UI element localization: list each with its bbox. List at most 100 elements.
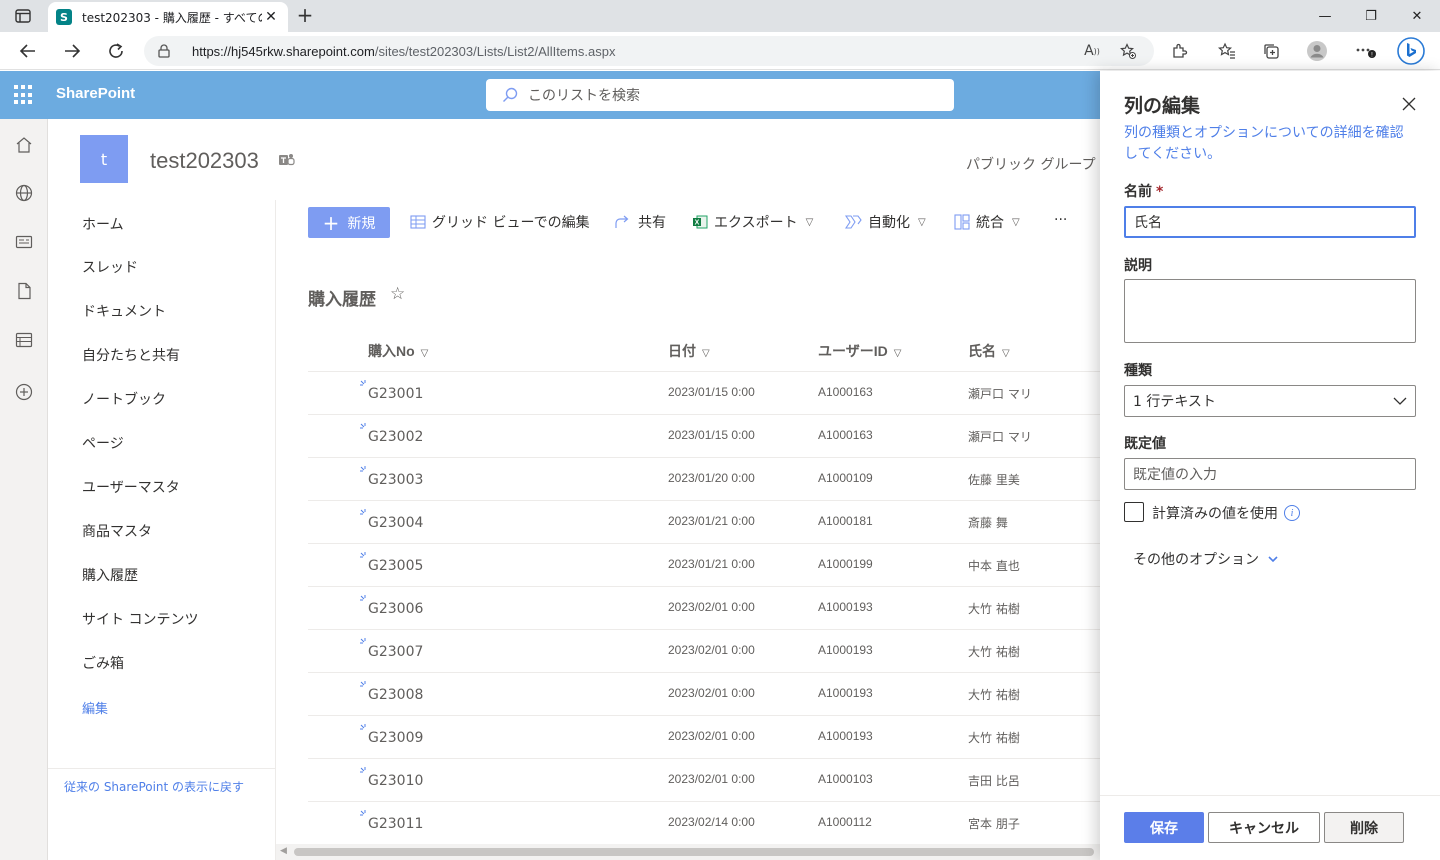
nav-item-user-master[interactable]: ユーザーマスタ — [82, 477, 180, 497]
column-header-date[interactable]: 日付 ▽ — [668, 341, 710, 361]
save-button[interactable]: 保存 — [1124, 812, 1204, 843]
nav-item-pages[interactable]: ページ — [82, 433, 124, 453]
restore-button[interactable]: ❐ — [1348, 0, 1394, 32]
grid-edit-label: グリッド ビューでの編集 — [432, 215, 590, 231]
nav-item-recycle-bin[interactable]: ごみ箱 — [82, 653, 124, 673]
learn-more-link[interactable]: 列の種類とオプションについての詳細を確認してください。 — [1124, 123, 1416, 165]
share-button[interactable]: 共有 — [614, 212, 666, 232]
table-row[interactable]: G23005 2023/01/21 0:00 A1000199 中本 直也 — [308, 543, 1100, 586]
grid-edit-button[interactable]: グリッド ビューでの編集 — [410, 212, 590, 232]
return-classic-link[interactable]: 従来の SharePoint の表示に戻す — [64, 778, 244, 795]
column-name-input[interactable]: 氏名 — [1124, 206, 1416, 238]
delete-button[interactable]: 削除 — [1324, 812, 1404, 843]
brand-name[interactable]: SharePoint — [56, 85, 135, 102]
profile-avatar-icon[interactable] — [1302, 36, 1332, 66]
table-row[interactable]: G23009 2023/02/01 0:00 A1000193 大竹 祐樹 — [308, 715, 1100, 758]
tab-actions-icon[interactable] — [8, 4, 38, 28]
cell-purchase-no[interactable]: G23005 — [368, 558, 423, 574]
site-title[interactable]: test202303 — [150, 148, 259, 174]
favorites-icon[interactable] — [1212, 36, 1242, 66]
tab-close-icon[interactable]: ✕ — [262, 9, 280, 25]
nav-item-documents[interactable]: ドキュメント — [82, 301, 166, 321]
collections-icon[interactable] — [1256, 36, 1286, 66]
list-icon[interactable] — [12, 328, 36, 352]
horizontal-scrollbar[interactable]: ◀ — [276, 844, 1100, 860]
nav-item-notebook[interactable]: ノートブック — [82, 389, 166, 409]
forward-icon[interactable] — [58, 38, 86, 64]
list-title: 購入履歴 — [308, 290, 376, 309]
favorite-star-icon[interactable]: ☆ — [390, 284, 405, 304]
cell-purchase-no[interactable]: G23002 — [368, 429, 423, 445]
nav-item-shared-with-us[interactable]: 自分たちと共有 — [82, 345, 180, 365]
table-row[interactable]: G23007 2023/02/01 0:00 A1000193 大竹 祐樹 — [308, 629, 1100, 672]
info-icon[interactable]: i — [1284, 505, 1300, 521]
cell-purchase-no[interactable]: G23006 — [368, 601, 423, 617]
list-search-input[interactable]: このリストを検索 — [486, 79, 954, 111]
cell-purchase-no[interactable]: G23003 — [368, 472, 423, 488]
column-header-label: ユーザーID — [818, 343, 888, 359]
document-icon[interactable] — [12, 279, 36, 303]
table-row[interactable]: G23002 2023/01/15 0:00 A1000163 瀬戸口 マリ — [308, 414, 1100, 457]
column-header-name[interactable]: 氏名 ▽ — [968, 341, 1010, 361]
column-header-user-id[interactable]: ユーザーID ▽ — [818, 341, 901, 361]
create-icon[interactable] — [12, 380, 36, 404]
nav-item-site-contents[interactable]: サイト コンテンツ — [82, 609, 198, 629]
url-field[interactable]: https://hj545rkw.sharepoint.com/sites/te… — [144, 36, 1154, 66]
nav-item-product-master[interactable]: 商品マスタ — [82, 521, 152, 541]
cell-name: 大竹 祐樹 — [968, 645, 1020, 659]
read-aloud-icon[interactable]: A)) — [1078, 36, 1106, 66]
minimize-button[interactable]: — — [1302, 0, 1348, 32]
search-placeholder: このリストを検索 — [528, 88, 640, 104]
default-value-input[interactable]: 既定値の入力 — [1124, 458, 1416, 490]
table-row[interactable]: G23003 2023/01/20 0:00 A1000109 佐藤 里美 — [308, 457, 1100, 500]
nav-item-threads[interactable]: スレッド — [82, 257, 138, 277]
table-row[interactable]: G23001 2023/01/15 0:00 A1000163 瀬戸口 マリ — [308, 371, 1100, 414]
table-row[interactable]: G23010 2023/02/01 0:00 A1000103 吉田 比呂 — [308, 758, 1100, 801]
table-row[interactable]: G23008 2023/02/01 0:00 A1000193 大竹 祐樹 — [308, 672, 1100, 715]
cell-purchase-no[interactable]: G23001 — [368, 386, 423, 402]
globe-icon[interactable] — [12, 181, 36, 205]
nav-edit-link[interactable]: 編集 — [82, 698, 108, 717]
cell-purchase-no[interactable]: G23007 — [368, 644, 423, 660]
scroll-left-icon[interactable]: ◀ — [280, 846, 287, 856]
news-icon[interactable] — [12, 230, 36, 254]
cell-purchase-no[interactable]: G23008 — [368, 687, 423, 703]
new-item-button[interactable]: + 新規 — [308, 207, 390, 238]
search-icon — [503, 87, 518, 102]
scrollbar-thumb[interactable] — [294, 848, 1094, 856]
cell-purchase-no[interactable]: G23009 — [368, 730, 423, 746]
back-icon[interactable] — [14, 38, 42, 64]
description-textarea[interactable] — [1124, 279, 1416, 343]
table-row[interactable]: G23011 2023/02/14 0:00 A1000112 宮本 朋子 — [308, 801, 1100, 844]
settings-more-icon[interactable]: ! — [1350, 36, 1380, 66]
close-window-button[interactable]: ✕ — [1394, 0, 1440, 32]
column-header-purchase-no[interactable]: 購入No ▽ — [368, 341, 428, 361]
column-type-dropdown[interactable]: 1 行テキスト — [1124, 385, 1416, 417]
cancel-button[interactable]: キャンセル — [1208, 812, 1320, 843]
cell-purchase-no[interactable]: G23011 — [368, 816, 423, 832]
nav-item-purchase-history[interactable]: 購入履歴 — [82, 565, 138, 585]
app-launcher-icon[interactable] — [14, 85, 34, 105]
close-icon[interactable] — [1398, 93, 1420, 115]
teams-icon[interactable] — [278, 152, 296, 172]
add-favorite-icon[interactable] — [1114, 36, 1142, 66]
bing-chat-icon[interactable] — [1396, 36, 1426, 66]
automate-button[interactable]: 自動化 ▽ — [844, 212, 926, 232]
more-options-toggle[interactable]: その他のオプション — [1133, 549, 1279, 569]
browser-tab[interactable]: S test202303 - 購入履歴 - すべてのア ✕ — [48, 2, 288, 32]
table-row[interactable]: G23006 2023/02/01 0:00 A1000193 大竹 祐樹 — [308, 586, 1100, 629]
new-tab-button[interactable]: + — [292, 4, 318, 28]
integrate-button[interactable]: 統合 ▽ — [954, 212, 1020, 232]
nav-item-home[interactable]: ホーム — [82, 214, 124, 234]
home-icon[interactable] — [12, 133, 36, 157]
refresh-icon[interactable] — [102, 38, 130, 64]
site-logo[interactable]: t — [80, 135, 128, 183]
table-row[interactable]: G23004 2023/01/21 0:00 A1000181 斎藤 舞 — [308, 500, 1100, 543]
cell-purchase-no[interactable]: G23004 — [368, 515, 423, 531]
more-commands-button[interactable]: ··· — [1054, 212, 1067, 228]
cell-purchase-no[interactable]: G23010 — [368, 773, 423, 789]
cell-user-id: A1000181 — [818, 514, 873, 528]
export-button[interactable]: X エクスポート ▽ — [692, 212, 813, 232]
extensions-icon[interactable] — [1164, 36, 1194, 66]
calculated-value-checkbox[interactable] — [1124, 502, 1144, 522]
